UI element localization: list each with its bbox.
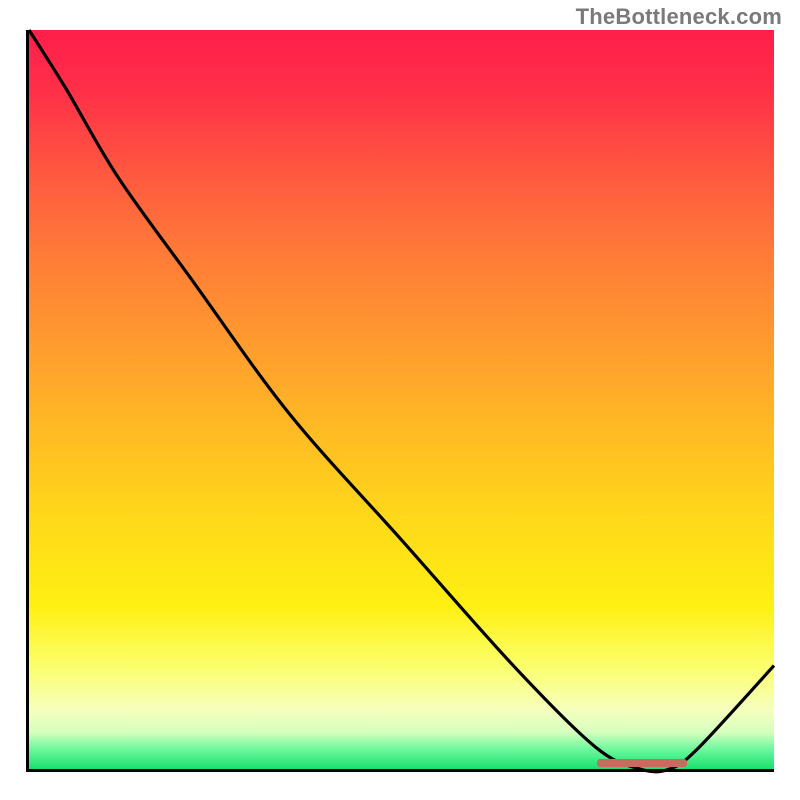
chart-plot-area	[26, 30, 774, 772]
watermark-text: TheBottleneck.com	[576, 4, 782, 30]
chart-line-series	[29, 30, 774, 769]
bottleneck-curve-path	[29, 30, 774, 772]
optimal-range-marker	[597, 759, 687, 767]
